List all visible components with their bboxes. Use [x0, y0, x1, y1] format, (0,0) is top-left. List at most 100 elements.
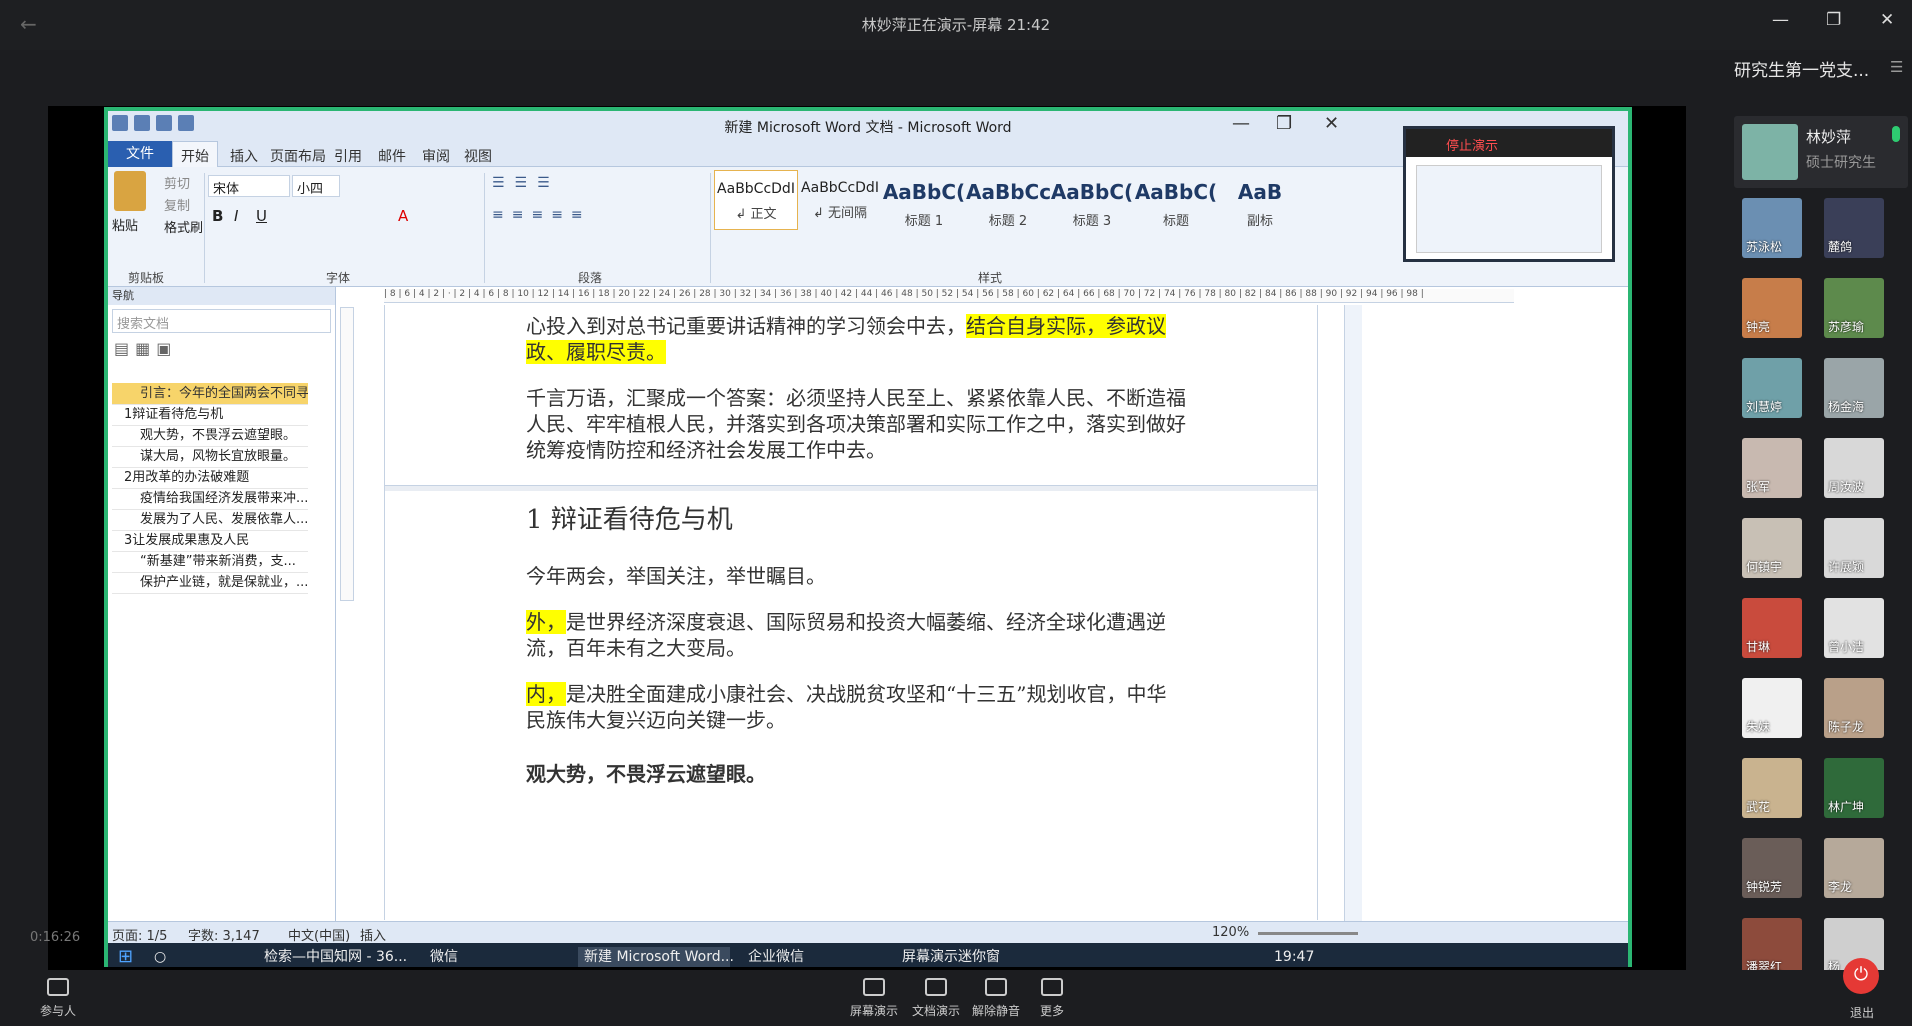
style-option[interactable]: AaBbCcDdI ↲ 无间隔	[798, 170, 882, 230]
share-doc-button[interactable]: 文档演示	[912, 978, 960, 1019]
document-page[interactable]: 心投入到对总书记重要讲话精神的学习领会中去，结合自身实际，参政议政、履职尽责。 …	[384, 305, 1318, 920]
word-count[interactable]: 字数: 3,147	[188, 925, 260, 944]
nav-heading-item[interactable]: 谋大局，风物长宜放眼量。	[112, 446, 308, 468]
nav-heading-item[interactable]: “新基建”带来新消费，支...	[112, 551, 308, 573]
list-icons[interactable]: ☰☰☰	[492, 175, 560, 191]
participant-tile[interactable]: 周汝波	[1824, 438, 1884, 498]
participant-tile[interactable]: 朱妹	[1742, 678, 1802, 738]
participant-tile[interactable]: 苏泳松	[1742, 198, 1802, 258]
tab-review[interactable]: 审阅	[422, 146, 450, 166]
mini-preview	[1416, 165, 1602, 253]
nav-heading-item[interactable]: 3让发展成果惠及人民	[112, 530, 308, 552]
paste-icon[interactable]	[114, 171, 146, 211]
tab-page-layout[interactable]: 页面布局	[270, 146, 326, 166]
style-option[interactable]: AaBbCcDdI ↲ 正文	[714, 170, 798, 230]
heading-2: 观大势，不畏浮云遮望眼。	[526, 762, 766, 786]
nav-heading-item[interactable]: 疫情给我国经济发展带来冲...	[112, 488, 308, 510]
style-label: ↲ 无间隔	[812, 206, 868, 221]
nav-heading-item[interactable]: 保护产业链，就是保就业，...	[112, 572, 308, 594]
participant-tile[interactable]: 钟亮	[1742, 278, 1802, 338]
participant-tile[interactable]: 张军	[1742, 438, 1802, 498]
participant-tile[interactable]: 麓鸽	[1824, 198, 1884, 258]
word-restore-icon[interactable]: ❐	[1276, 113, 1292, 134]
zoom-slider[interactable]	[1258, 932, 1358, 935]
page-count[interactable]: 页面: 1/5	[112, 925, 167, 944]
taskbar-item[interactable]: 企业微信	[742, 947, 804, 967]
font-color-button[interactable]: A	[398, 207, 408, 225]
nav-search-input[interactable]: 搜索文档	[112, 309, 331, 333]
tab-home[interactable]: 开始	[172, 141, 218, 168]
taskbar-item[interactable]: 屏幕演示迷你窗	[896, 947, 1000, 967]
nav-view-icons[interactable]: ▤▦▣	[114, 339, 174, 358]
style-label: 标题 1	[904, 214, 944, 229]
participant-tile[interactable]: 许展颖	[1824, 518, 1884, 578]
presenter-role: 硕士研究生	[1806, 155, 1876, 171]
italic-button[interactable]: I	[234, 207, 238, 225]
leave-meeting-button[interactable]: ⏻	[1843, 958, 1879, 994]
style-label: 标题	[1162, 214, 1189, 229]
taskbar-item[interactable]: 微信	[424, 947, 458, 967]
style-label: 标题 3	[1072, 214, 1112, 229]
bold-button[interactable]: B	[212, 207, 223, 225]
nav-heading-item[interactable]: 观大势，不畏浮云遮望眼。	[112, 425, 308, 447]
participant-tile[interactable]: 李龙	[1824, 838, 1884, 898]
unmute-button[interactable]: 解除静音	[972, 978, 1020, 1019]
close-icon[interactable]: ✕	[1880, 10, 1894, 30]
taskbar-item[interactable]: 新建 Microsoft Word...	[578, 947, 734, 967]
search-icon[interactable]: ○	[148, 947, 166, 967]
align-icons[interactable]: ≡≡≡≡≡	[492, 207, 591, 223]
nav-heading-item[interactable]: 1辩证看待危与机	[112, 404, 308, 426]
zoom-level[interactable]: 120%	[1212, 925, 1249, 940]
language[interactable]: 中文(中国)	[288, 925, 350, 944]
more-button[interactable]: 更多	[1040, 978, 1064, 1019]
meeting-toolbar: 参与人 屏幕演示 文档演示 解除静音 更多 退出	[0, 970, 1912, 1026]
more-icon	[1041, 978, 1063, 996]
participants-button[interactable]: 参与人	[40, 978, 76, 1019]
nav-heading-item[interactable]: 引言：今年的全国两会不同寻常...	[112, 383, 308, 405]
style-option[interactable]: AaBbC(标题 1	[882, 170, 966, 230]
cut-button[interactable]: 剪切	[164, 173, 190, 192]
participant-tile[interactable]: 武花	[1742, 758, 1802, 818]
participant-tile[interactable]: 刘慧婷	[1742, 358, 1802, 418]
style-option[interactable]: AaBbC(标题	[1134, 170, 1218, 230]
font-size-select[interactable]: 小四	[292, 175, 340, 197]
paste-button[interactable]: 粘贴	[112, 215, 138, 234]
insert-mode[interactable]: 插入	[360, 925, 386, 944]
participant-tile[interactable]: 何镇宇	[1742, 518, 1802, 578]
tab-mailings[interactable]: 邮件	[378, 146, 406, 166]
start-icon[interactable]: ⊞	[112, 947, 133, 967]
participant-tile[interactable]: 钟锐芳	[1742, 838, 1802, 898]
nav-heading-item[interactable]: 2用改革的办法破难题	[112, 467, 308, 489]
restore-icon[interactable]: ❐	[1826, 10, 1841, 30]
tab-insert[interactable]: 插入	[230, 146, 258, 166]
minimize-icon[interactable]: —	[1772, 10, 1789, 30]
participant-tile[interactable]: 陈子龙	[1824, 678, 1884, 738]
participant-tile[interactable]: 潘翠红	[1742, 918, 1802, 978]
list-menu-icon[interactable]: ☰	[1890, 58, 1903, 76]
vertical-scrollbar[interactable]	[1344, 305, 1362, 921]
underline-button[interactable]: U	[256, 207, 267, 225]
style-option[interactable]: AaB 副标	[1218, 170, 1302, 230]
style-option[interactable]: AaBbC(标题 3	[1050, 170, 1134, 230]
taskbar-item[interactable]: 检索—中国知网 - 36...	[258, 947, 407, 967]
tab-file[interactable]: 文件	[108, 141, 172, 167]
participant-tile[interactable]: 杨金海	[1824, 358, 1884, 418]
participant-tile[interactable]: 苏彦瑜	[1824, 278, 1884, 338]
format-painter-button[interactable]: 格式刷	[164, 217, 203, 236]
share-screen-button[interactable]: 屏幕演示	[850, 978, 898, 1019]
presenter-card: 林妙萍 硕士研究生	[1734, 116, 1908, 188]
word-close-icon[interactable]: ✕	[1324, 113, 1339, 134]
style-gallery[interactable]: AaBbCcDdI ↲ 正文 AaBbCcDdI ↲ 无间隔 AaBbC(标题 1 AaB…	[714, 170, 1302, 230]
nav-heading-item[interactable]: 发展为了人民、发展依靠人...	[112, 509, 308, 531]
font-name-select[interactable]: 宋体	[208, 175, 290, 197]
stop-presenting-button[interactable]: 停止演示	[1406, 129, 1612, 157]
word-minimize-icon[interactable]: —	[1232, 113, 1250, 134]
tab-references[interactable]: 引用	[334, 146, 362, 166]
participant-tile[interactable]: 甘琳	[1742, 598, 1802, 658]
copy-button[interactable]: 复制	[164, 195, 190, 214]
participant-tile[interactable]: 林广坤	[1824, 758, 1884, 818]
people-icon	[47, 978, 69, 996]
style-option[interactable]: AaBbCcI 标题 2	[966, 170, 1050, 230]
tab-view[interactable]: 视图	[464, 146, 492, 166]
participant-tile[interactable]: 曾小洁	[1824, 598, 1884, 658]
